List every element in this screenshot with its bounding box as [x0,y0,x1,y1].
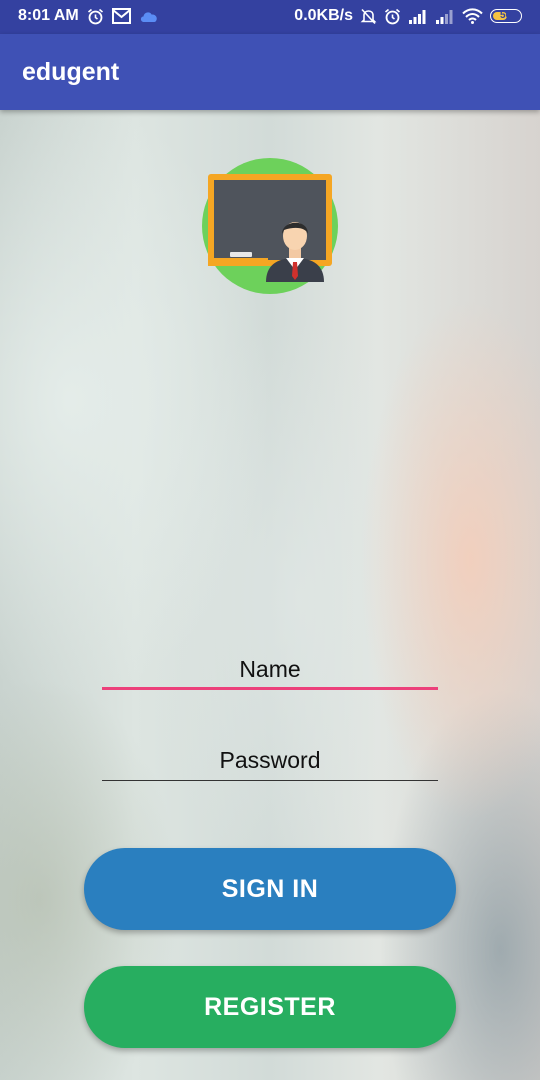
status-time: 8:01 AM [18,7,79,24]
battery-level: 50 [499,10,512,21]
teacher-blackboard-icon [202,158,338,294]
app-title: edugent [22,58,120,86]
status-bar: 8:01 AM 0.0KB/s 50 [0,0,540,34]
network-speed: 0.0KB/s [294,7,353,24]
name-input[interactable] [102,650,438,688]
name-underline [102,687,438,690]
cloud-icon [140,12,157,22]
gmail-icon [111,8,131,24]
password-field[interactable] [102,741,438,781]
alarm-icon [87,8,103,24]
battery-icon: 50 [490,9,522,23]
password-input[interactable] [102,741,438,779]
name-field[interactable] [102,650,438,690]
signal-icon [436,9,453,24]
sign-in-button[interactable]: SIGN IN [84,848,456,930]
password-underline [102,780,438,781]
signal-icon [409,9,426,24]
app-bar: edugent [0,34,540,110]
alarm-icon [384,8,401,24]
wifi-icon [462,8,483,24]
mute-icon [360,8,377,24]
register-button[interactable]: REGISTER [84,966,456,1048]
